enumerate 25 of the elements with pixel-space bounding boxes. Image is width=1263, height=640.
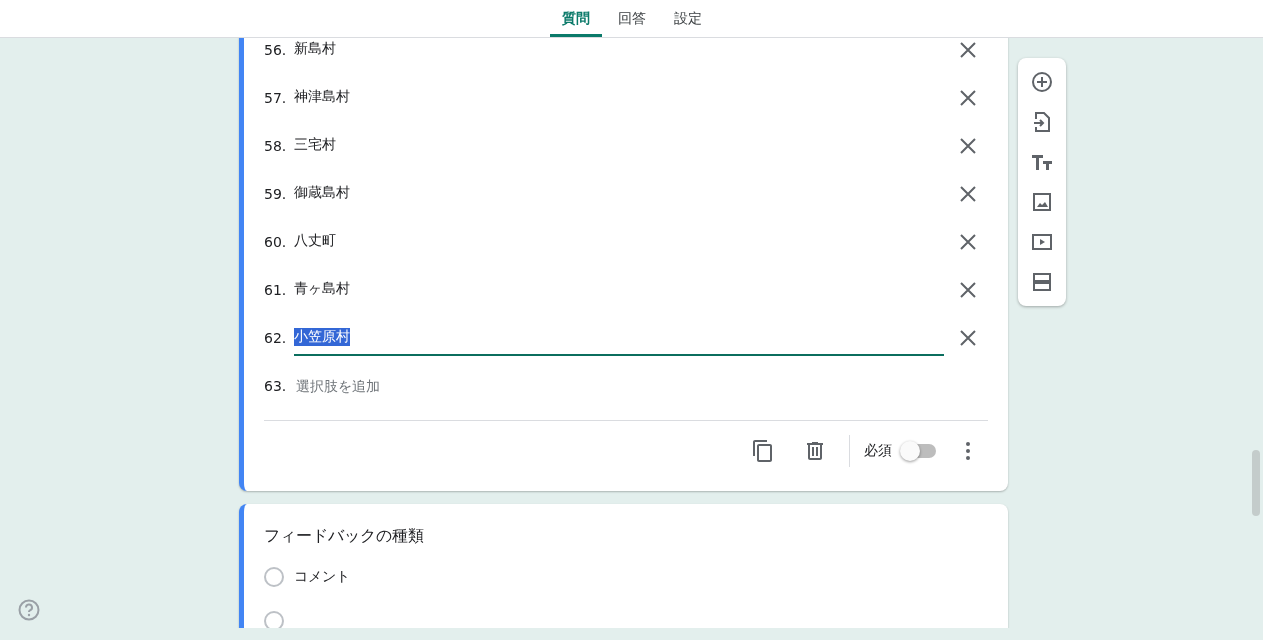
option-number: 61. <box>264 282 288 298</box>
option-number: 63. <box>264 378 288 394</box>
option-field[interactable]: 青ヶ島村 <box>294 272 944 308</box>
scrollbar-thumb[interactable] <box>1252 450 1260 516</box>
option-field[interactable]: 御蔵島村 <box>294 176 944 212</box>
option-field[interactable]: 八丈町 <box>294 224 944 260</box>
tab[interactable]: 設定 <box>661 0 714 37</box>
question-title: フィードバックの種類 <box>264 526 425 547</box>
option-field[interactable]: 三宅村 <box>294 128 944 164</box>
tab[interactable]: 回答 <box>605 0 658 37</box>
option-label: コメント <box>294 568 350 586</box>
option-number: 59. <box>264 186 288 202</box>
option-number: 58. <box>264 138 288 154</box>
radio-button[interactable] <box>264 567 284 587</box>
required-label: 必須 <box>864 442 892 460</box>
option-number: 56. <box>264 42 288 58</box>
option-field[interactable]: 小笠原村 <box>294 320 944 356</box>
option-field[interactable]: 新島村 <box>294 38 944 68</box>
option-number: 60. <box>264 234 288 250</box>
option-field[interactable]: 神津島村 <box>294 80 944 116</box>
add-option-field[interactable]: 選択肢を追加 <box>294 377 988 395</box>
radio-button[interactable] <box>264 611 284 628</box>
required-toggle[interactable] <box>900 441 936 461</box>
option-number: 57. <box>264 90 288 106</box>
option-number: 62. <box>264 330 288 346</box>
